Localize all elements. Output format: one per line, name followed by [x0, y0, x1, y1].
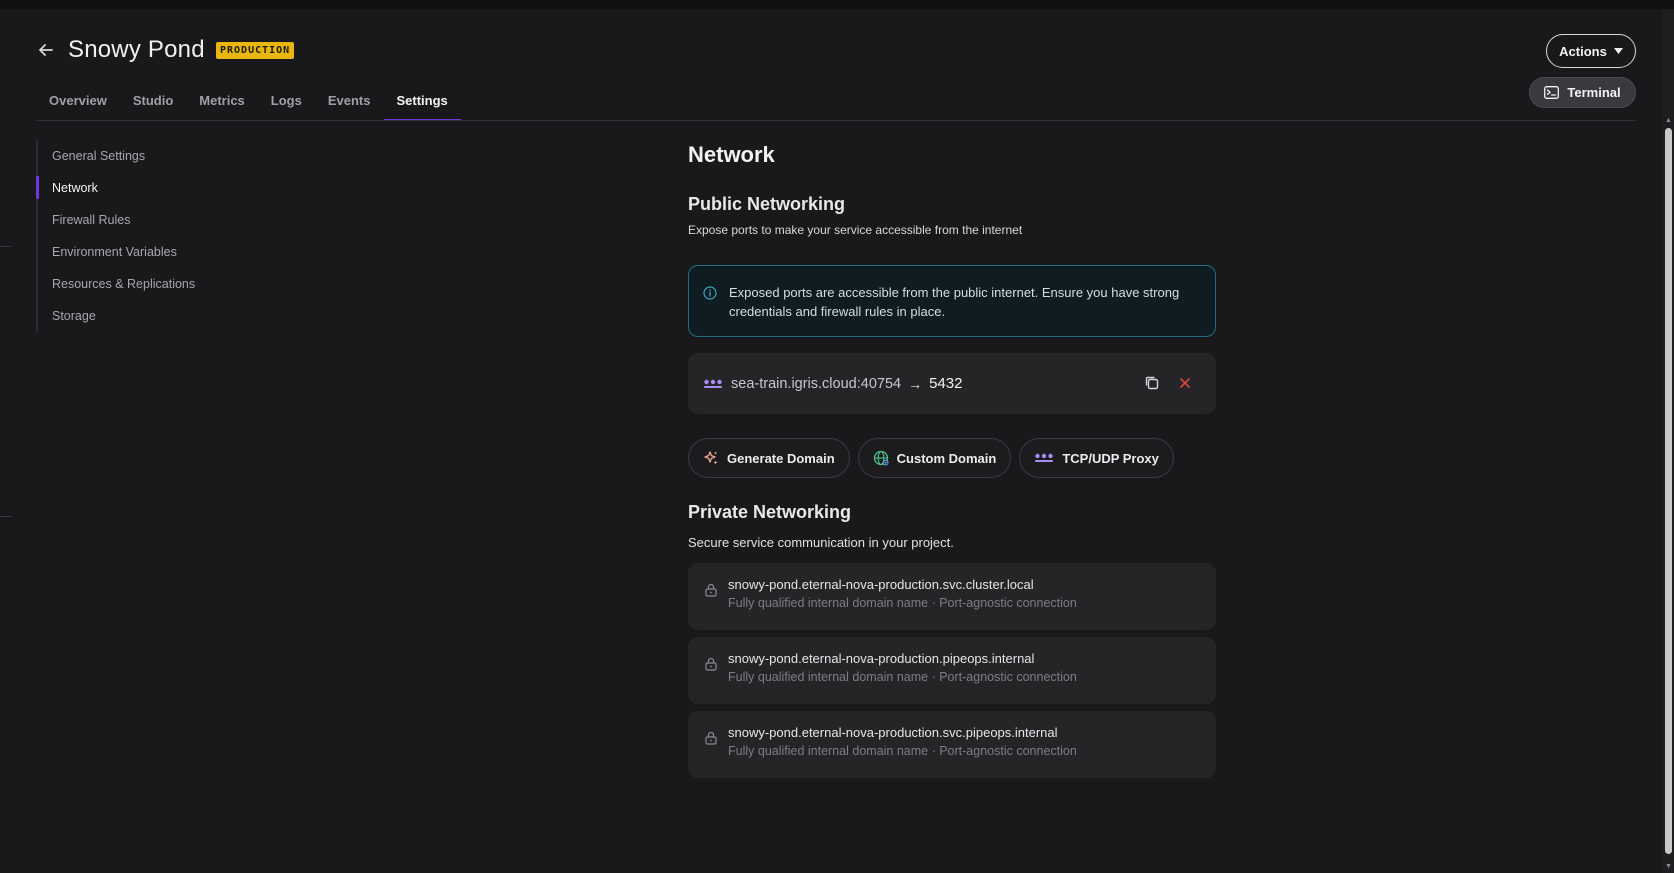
network-nodes-icon	[1035, 453, 1054, 462]
edge-divider	[0, 246, 11, 247]
page-title: Snowy Pond	[68, 36, 205, 63]
public-networking-heading: Public Networking	[688, 194, 846, 214]
tab-settings[interactable]: Settings	[383, 82, 462, 121]
generate-domain-button[interactable]: Generate Domain	[688, 438, 850, 478]
custom-domain-button[interactable]: Custom Domain	[857, 438, 1012, 478]
sidebar-item-storage[interactable]: Storage	[38, 300, 276, 332]
actions-label: Actions	[1559, 43, 1607, 59]
network-heading: Network	[688, 142, 775, 167]
private-networking-heading: Private Networking	[688, 502, 852, 522]
sparkles-icon	[704, 451, 718, 465]
caret-down-icon	[1613, 48, 1623, 54]
sidebar-item-general-settings[interactable]: General Settings	[38, 140, 276, 172]
tab-overview[interactable]: Overview	[36, 82, 120, 121]
scroll-down-icon[interactable]: ▼	[1665, 863, 1672, 870]
terminal-button[interactable]: Terminal	[1529, 77, 1636, 108]
globe-icon	[873, 450, 889, 466]
tab-events[interactable]: Events	[315, 82, 384, 121]
network-nodes-icon	[704, 379, 722, 388]
sidebar-item-environment-variables[interactable]: Environment Variables	[38, 236, 276, 268]
tab-logs[interactable]: Logs	[258, 82, 315, 121]
endpoint-meta: Fully qualified internal domain name · P…	[728, 596, 1077, 610]
scroll-up-icon[interactable]: ▲	[1665, 117, 1672, 124]
terminal-label: Terminal	[1567, 85, 1621, 100]
edge-divider	[0, 516, 11, 517]
terminal-icon	[1544, 86, 1560, 99]
environment-badge: PRODUCTION	[216, 42, 295, 59]
sidebar-item-resources-replications[interactable]: Resources & Replications	[38, 268, 276, 300]
list-item: snowy-pond.eternal-nova-production.svc.p…	[688, 711, 1216, 778]
back-button[interactable]	[36, 40, 56, 60]
tab-studio[interactable]: Studio	[120, 82, 186, 121]
generate-domain-label: Generate Domain	[727, 450, 835, 466]
endpoint-hostname: snowy-pond.eternal-nova-production.pipeo…	[728, 651, 1035, 666]
public-exposure-notice: Exposed ports are accessible from the pu…	[688, 265, 1216, 337]
endpoint-hostname: snowy-pond.eternal-nova-production.svc.c…	[728, 577, 1034, 592]
port-mapping-port: 5432	[929, 375, 963, 392]
endpoint-meta: Fully qualified internal domain name · P…	[728, 670, 1077, 684]
endpoint-hostname: snowy-pond.eternal-nova-production.svc.p…	[728, 725, 1058, 740]
public-networking-actions: Generate Domain Custom Domain TCP/UDP Pr…	[688, 438, 1174, 478]
port-mapping-host: sea-train.igris.cloud:40754	[731, 375, 902, 392]
close-icon	[1180, 378, 1190, 388]
tcp-udp-proxy-label: TCP/UDP Proxy	[1062, 450, 1159, 466]
copy-icon	[1145, 376, 1159, 390]
tcp-udp-proxy-button[interactable]: TCP/UDP Proxy	[1019, 438, 1174, 478]
private-networking-description: Secure service communication in your pro…	[688, 535, 954, 550]
tabs-divider	[36, 120, 1636, 121]
scrollbar-thumb[interactable]	[1665, 128, 1672, 854]
network-section: Network Public Networking Expose ports t…	[688, 142, 1216, 237]
copy-button[interactable]	[1144, 375, 1160, 391]
endpoint-meta: Fully qualified internal domain name · P…	[728, 744, 1077, 758]
custom-domain-label: Custom Domain	[896, 450, 997, 466]
remove-port-button[interactable]	[1177, 375, 1193, 391]
tab-metrics[interactable]: Metrics	[186, 82, 258, 121]
lock-icon	[705, 657, 717, 671]
tab-bar: Overview Studio Metrics Logs Events Sett…	[36, 82, 462, 121]
settings-sidebar: General Settings Network Firewall Rules …	[36, 140, 276, 332]
arrow-right-icon: →	[908, 375, 923, 392]
info-circle-icon	[703, 286, 717, 300]
lock-icon	[705, 583, 717, 597]
arrow-left-icon	[39, 44, 53, 56]
lock-icon	[705, 731, 717, 745]
sidebar-item-firewall-rules[interactable]: Firewall Rules	[38, 204, 276, 236]
public-networking-description: Expose ports to make your service access…	[688, 223, 1023, 237]
window-top-strip	[0, 0, 1674, 9]
list-item: snowy-pond.eternal-nova-production.pipeo…	[688, 637, 1216, 704]
actions-button[interactable]: Actions	[1546, 34, 1636, 68]
notice-text: Exposed ports are accessible from the pu…	[729, 285, 1180, 319]
port-mapping-card: sea-train.igris.cloud:40754 → 5432	[688, 353, 1216, 414]
sidebar-item-network[interactable]: Network	[36, 172, 276, 204]
list-item: snowy-pond.eternal-nova-production.svc.c…	[688, 563, 1216, 630]
